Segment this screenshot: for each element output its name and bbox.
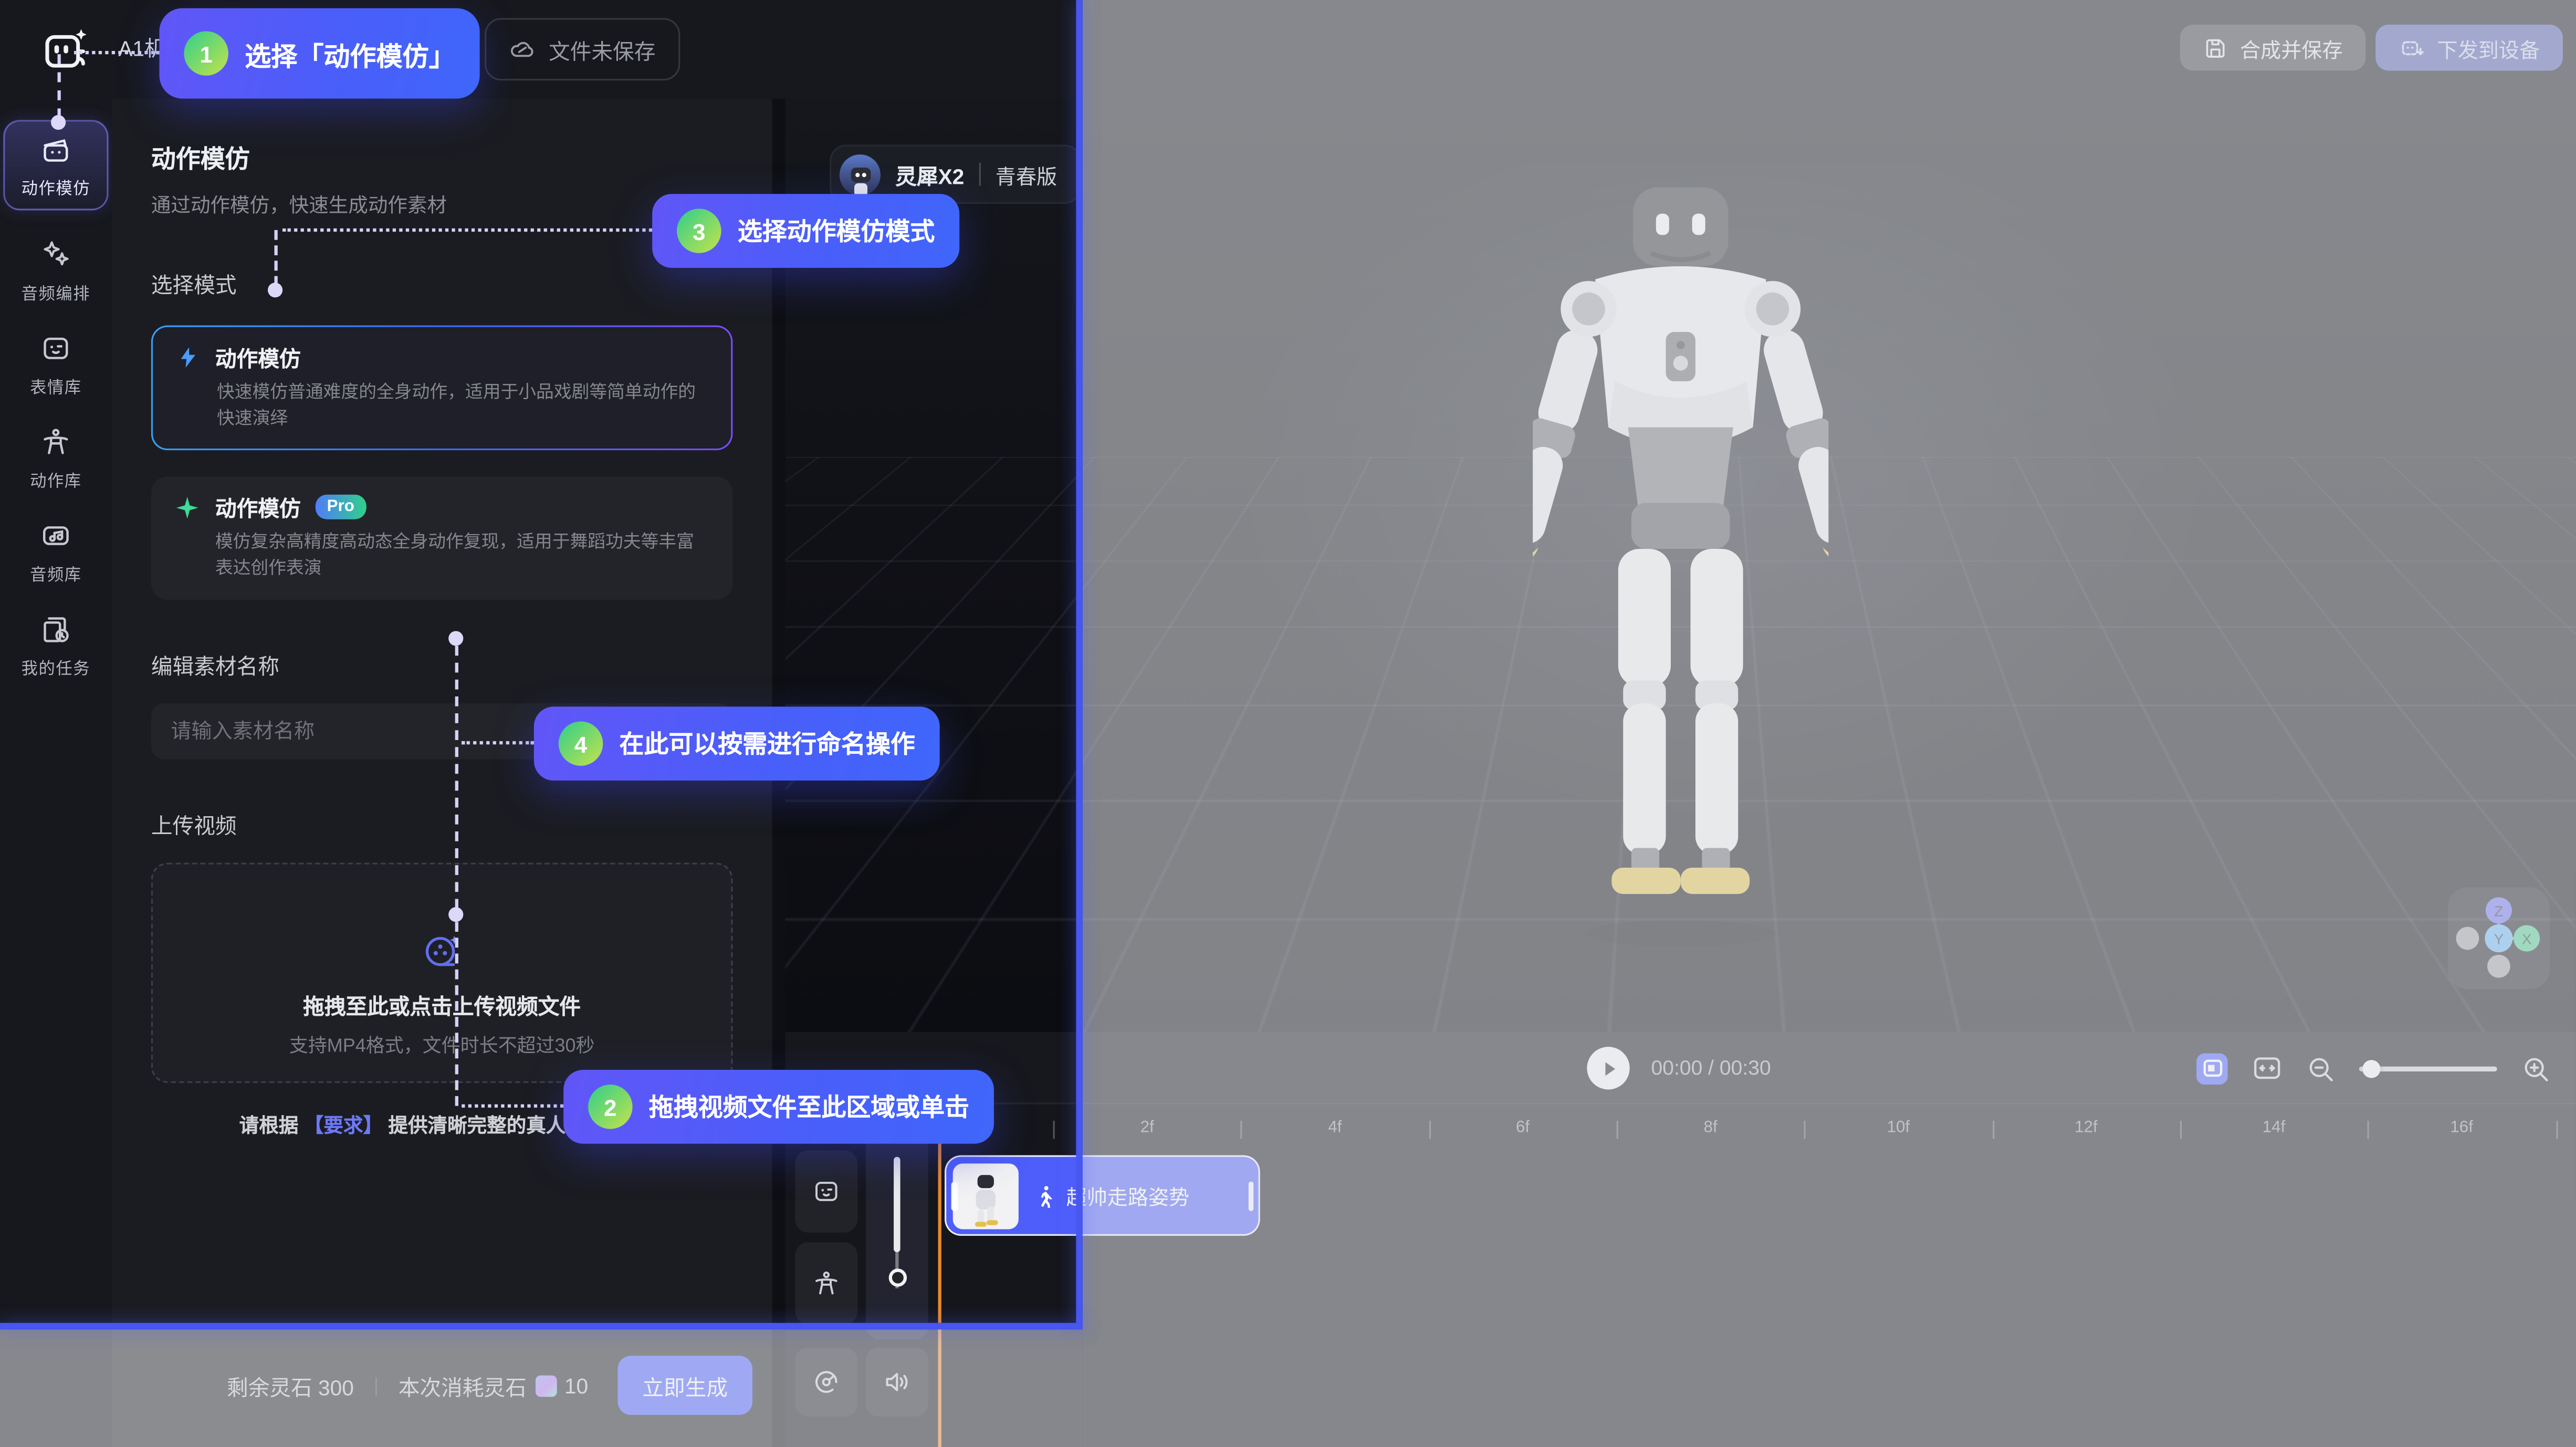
robot-avatar-icon [847, 165, 873, 194]
sidebar-item-motion-imitation[interactable]: 动作模仿 [3, 120, 108, 210]
expression-track-icon [812, 1177, 841, 1206]
mode-select-label: 选择模式 [151, 268, 733, 299]
audio-library-icon [39, 519, 72, 553]
my-tasks-icon [39, 613, 72, 646]
dim-overlay-right [1083, 0, 2576, 1447]
step-tooltip-1: 1 选择「动作模仿」 [159, 8, 479, 99]
sidebar-item-label: 音频编排 [22, 279, 90, 304]
clip-thumbnail [953, 1163, 1019, 1229]
track-zoom-slider[interactable] [894, 1157, 900, 1252]
document-title: A1机 [118, 0, 165, 99]
expression-track-button[interactable] [795, 1150, 857, 1232]
step-number-badge: 1 [184, 31, 228, 75]
connector-step3-h [282, 228, 652, 232]
sidebar-item-expression-library[interactable]: 表情库 [5, 332, 107, 398]
robot-edition: 青春版 [996, 159, 1057, 190]
robot-clapper-logo-icon [41, 25, 90, 74]
upload-hint: 支持MP4格式，文件时长不超过30秒 [289, 1032, 595, 1058]
spotlight-border-vertical [1076, 0, 1083, 1329]
walking-person-icon [1033, 1184, 1056, 1207]
step-tooltip-4: 4 在此可以按需进行命名操作 [534, 706, 940, 780]
screenshot-stage: A1机 文件未保存 合成并保存 下发到设备 [0, 0, 2576, 1447]
material-name-label: 编辑素材名称 [151, 649, 733, 680]
step-number-badge: 4 [559, 722, 603, 766]
dim-overlay-bottom [0, 1329, 1083, 1447]
step-label: 选择「动作模仿」 [245, 34, 455, 73]
mode-description: 模仿复杂高精度高动态全身动作复现，适用于舞蹈功夫等丰富表达创作表演 [174, 531, 710, 582]
video-upload-dropzone[interactable]: 拖拽至此或点击上传视频文件 支持MP4格式，文件时长不超过30秒 [151, 862, 733, 1082]
step-label: 在此可以按需进行命名操作 [620, 726, 915, 761]
clip-trim-handle-left[interactable] [951, 1182, 957, 1211]
mode-description: 快速模仿普通难度的全身动作，适用于小品戏剧等简单动作的快速演绎 [176, 381, 708, 433]
lightning-icon [176, 345, 201, 370]
connector-step4-dot-top [448, 631, 463, 646]
note-prefix: 请根据 [239, 1113, 304, 1137]
ruler-tick [1053, 1121, 1055, 1139]
connector-step2-h [462, 1105, 563, 1108]
sidebar-item-label: 动作库 [30, 467, 82, 492]
robot-name: 灵犀X2 [895, 159, 964, 190]
star-sparkle-icon [174, 494, 201, 520]
motion-library-icon [39, 425, 72, 459]
panel-title: 动作模仿 [151, 141, 733, 176]
step-number-badge: 3 [677, 209, 721, 253]
connector-step3-v [275, 230, 278, 286]
connector-step4-h [462, 741, 534, 744]
sidebar-item-audio-arrange[interactable]: 音频编排 [5, 238, 107, 304]
connector-step4-v [455, 646, 458, 909]
sidebar-nav: 动作模仿 音频编排 表情库 动作库 [0, 99, 112, 1447]
sidebar-item-my-tasks[interactable]: 我的任务 [5, 613, 107, 679]
upload-title: 拖拽至此或点击上传视频文件 [303, 988, 581, 1019]
sidebar-item-label: 表情库 [30, 373, 82, 398]
app-window: A1机 文件未保存 合成并保存 下发到设备 [0, 0, 2576, 1447]
file-status-button[interactable]: 文件未保存 [485, 18, 680, 80]
connector-step1-dot [51, 115, 66, 130]
track-zoom-slider-knob[interactable] [888, 1268, 906, 1286]
spotlight-border-horizontal [0, 1323, 1083, 1330]
connector-step3-dot [268, 283, 282, 297]
robot-avatar [840, 154, 881, 195]
upload-video-label: 上传视频 [151, 808, 733, 839]
cloud-offline-icon [509, 36, 536, 63]
mode-title: 动作模仿 [215, 492, 301, 523]
file-status-label: 文件未保存 [549, 34, 655, 65]
step-number-badge: 2 [588, 1085, 632, 1129]
connector-step1-h [74, 51, 160, 54]
clip-thumbnail-robot [965, 1172, 1007, 1228]
step-tooltip-3: 3 选择动作模仿模式 [652, 194, 959, 268]
expression-library-icon [39, 332, 72, 365]
connector-step1-v [58, 54, 61, 118]
sidebar-item-label: 我的任务 [22, 654, 90, 679]
sidebar-item-motion-library[interactable]: 动作库 [5, 425, 107, 491]
motion-imitation-icon [39, 133, 72, 166]
motion-track-icon [812, 1268, 841, 1298]
step-label: 拖拽视频文件至此区域或单击 [649, 1089, 969, 1124]
mode-card-standard[interactable]: 动作模仿 快速模仿普通难度的全身动作，适用于小品戏剧等简单动作的快速演绎 [151, 326, 733, 451]
mode-card-pro[interactable]: 动作模仿 Pro 模仿复杂高精度高动态全身动作复现，适用于舞蹈功夫等丰富表达创作… [151, 477, 733, 599]
requirement-link[interactable]: 【要求】 [304, 1113, 383, 1137]
divider [979, 163, 980, 186]
panel-subtitle: 通过动作模仿，快速生成动作素材 [151, 191, 733, 218]
connector-step2-dot [448, 907, 463, 922]
connector-step2-v [455, 922, 458, 1106]
mode-title: 动作模仿 [215, 342, 301, 373]
sidebar-item-label: 动作模仿 [22, 174, 90, 199]
pro-badge: Pro [316, 495, 366, 520]
step-label: 选择动作模仿模式 [738, 214, 935, 248]
sidebar-item-audio-library[interactable]: 音频库 [5, 519, 107, 585]
step-tooltip-2: 2 拖拽视频文件至此区域或单击 [563, 1070, 994, 1144]
audio-arrange-icon [39, 238, 72, 272]
sidebar-item-label: 音频库 [30, 560, 82, 585]
motion-track-button[interactable] [795, 1242, 857, 1324]
